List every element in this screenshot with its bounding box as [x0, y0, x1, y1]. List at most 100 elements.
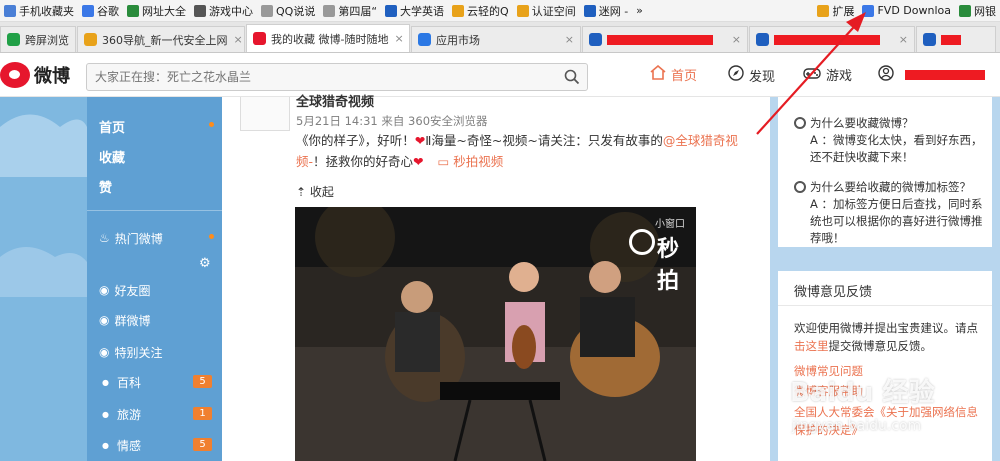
collapse-button[interactable]: ⇡ 收起: [296, 183, 334, 200]
nav-game-label: 游戏: [826, 69, 853, 84]
nav-discover-label: 发现: [749, 69, 776, 85]
bookmark-label: 手机收藏夹: [19, 4, 74, 18]
video-link[interactable]: ▭ 秒拍视频: [438, 154, 504, 169]
bookmark-item[interactable]: 游戏中心: [190, 0, 257, 21]
download-button[interactable]: FVD Downloa: [858, 0, 955, 21]
count-badge: 5: [193, 375, 212, 388]
left-nav-hot-label: 热门微博: [114, 231, 163, 246]
bookmark-item[interactable]: 谷歌: [78, 0, 123, 21]
close-icon[interactable]: ×: [228, 33, 243, 46]
faq-answer: A ：加标签方便日后查找，同时系统也可以根据你的喜好进行微博推荐哦！: [810, 197, 983, 245]
bank-button[interactable]: 网银: [955, 0, 1000, 21]
paw-icon: [923, 33, 936, 46]
bookmark-item[interactable]: 大学英语: [381, 0, 448, 21]
close-icon[interactable]: ×: [893, 33, 908, 46]
left-nav-favorites[interactable]: 收藏: [87, 142, 222, 170]
left-nav-hot[interactable]: ♨ 热门微博: [99, 224, 222, 252]
search-input[interactable]: [87, 64, 557, 90]
weibo-eye-icon: [0, 62, 30, 88]
paw-icon: [589, 33, 602, 46]
search-icon[interactable]: [557, 64, 587, 90]
nav-home[interactable]: 首页: [650, 64, 698, 84]
browser-tab[interactable]: 360导航_新一代安全上网 ×: [77, 26, 245, 52]
cross-screen-icon: [7, 33, 20, 46]
browser-tab[interactable]: 我的收藏 微博-随时随地 ×: [246, 24, 410, 52]
bookmark-item[interactable]: 云轻的Q: [448, 0, 513, 21]
post-text: 《你的样子》，好听！❤Ⅱ海量~奇怪~视频~请关注：只发有故事的@全球猎奇视频-！…: [296, 130, 762, 172]
download-button-label: FVD Downloa: [877, 4, 951, 17]
paw-icon: [756, 33, 769, 46]
heart-icon: ❤: [413, 154, 424, 169]
weibo-icon: [253, 32, 266, 45]
browser-tab[interactable]: [916, 26, 996, 52]
download-icon: [862, 4, 875, 17]
left-nav-groups-label: 群微博: [114, 313, 151, 328]
nav-user[interactable]: [878, 65, 985, 85]
nav-game[interactable]: 游戏: [803, 65, 852, 84]
left-nav-groups[interactable]: ◉ 群微博: [99, 306, 222, 334]
paw-icon: [385, 4, 398, 17]
browser-tab[interactable]: ×: [582, 26, 748, 52]
post-author[interactable]: 全球猎奇视频: [296, 91, 374, 110]
category-label: 百科: [116, 375, 141, 390]
bookmark-item[interactable]: 第四届“: [319, 0, 381, 21]
redacted-tab-title: [941, 34, 961, 45]
feedback-link[interactable]: 击这里: [794, 339, 829, 353]
gamepad-icon: [194, 4, 206, 17]
nav-home-label: 首页: [671, 69, 698, 84]
star-icon: [516, 4, 529, 17]
bookmark-item[interactable]: QQ说说: [257, 0, 319, 21]
bookmark-label: 大学英语: [400, 4, 445, 18]
browser-tab[interactable]: ×: [749, 26, 915, 52]
close-icon[interactable]: ×: [388, 32, 403, 45]
bookmarks-more-button[interactable]: »: [632, 0, 647, 21]
home-icon: [650, 64, 666, 84]
weibo-logo[interactable]: 微博: [0, 62, 70, 88]
faq-item: 为什么要给收藏的微博加标签？ A ：加标签方便日后查找，同时系统也可以根据你的喜…: [794, 179, 986, 247]
left-nav-friends[interactable]: ◉ 好友圈: [99, 276, 222, 304]
faq-card: 为什么要收藏微博？ A ：微博变化太快，看到好东西，还不赶快收藏下来！ 为什么要…: [778, 97, 992, 247]
extensions-button[interactable]: 扩展: [813, 0, 858, 21]
nav-discover[interactable]: 发现: [728, 65, 775, 85]
left-nav-special[interactable]: ◉ 特别关注: [99, 338, 222, 366]
left-nav-category[interactable]: ● 情感 5: [99, 431, 222, 459]
redacted-tab-title: [607, 34, 713, 45]
category-label: 旅游: [116, 407, 141, 422]
tab-strip: 跨屏浏览 360导航_新一代安全上网 × 我的收藏 微博-随时随地 × 应用市场 × × ×: [0, 22, 1000, 53]
left-nav-likes[interactable]: 赞: [87, 172, 222, 200]
bookmark-item[interactable]: 认证空间: [513, 0, 580, 21]
paw-icon: [583, 4, 596, 17]
mini-window-button[interactable]: 小窗口: [655, 215, 685, 230]
baidu-watermark: Baidu 经验: [790, 378, 935, 408]
page-icon: [261, 4, 273, 17]
close-icon[interactable]: ×: [726, 33, 741, 46]
bookmark-label: QQ说说: [276, 4, 316, 18]
bookmark-item[interactable]: 网址大全: [123, 0, 190, 21]
avatar[interactable]: [240, 97, 290, 131]
redacted-tab-title: [774, 34, 880, 45]
heart-icon: ❤: [414, 133, 426, 148]
gamepad-icon: [803, 66, 821, 84]
tab-label: 应用市场: [436, 33, 480, 47]
fire-icon: ♨: [99, 231, 110, 245]
feedback-title: 微博意见反馈: [794, 285, 873, 300]
settings-gear-icon[interactable]: ⚙: [199, 256, 211, 271]
bookmark-item[interactable]: 手机收藏夹: [0, 0, 78, 21]
browser-tab[interactable]: 跨屏浏览: [0, 26, 76, 52]
bookmark-label: 迷网 -: [598, 4, 629, 18]
extensions-button-label: 扩展: [832, 4, 855, 18]
tab-label: 360导航_新一代安全上网: [102, 33, 228, 47]
bookmark-item[interactable]: 迷网 -: [580, 0, 632, 21]
browser-tab[interactable]: 应用市场 ×: [411, 26, 581, 52]
close-icon[interactable]: ×: [559, 33, 574, 46]
left-nav-home[interactable]: 首页: [87, 112, 222, 140]
divider: [778, 305, 992, 306]
baidu-watermark-url: jingyan.baidu.com: [792, 418, 922, 434]
shield-icon: [959, 4, 971, 17]
weibo-logo-text: 微博: [34, 66, 70, 87]
left-nav-category[interactable]: ● 旅游 1: [99, 400, 222, 428]
left-nav-category[interactable]: ● 百科 5: [99, 368, 222, 396]
search-box: [86, 63, 588, 91]
video-player[interactable]: 小窗口 秒拍: [295, 207, 696, 461]
divider: [87, 210, 222, 211]
